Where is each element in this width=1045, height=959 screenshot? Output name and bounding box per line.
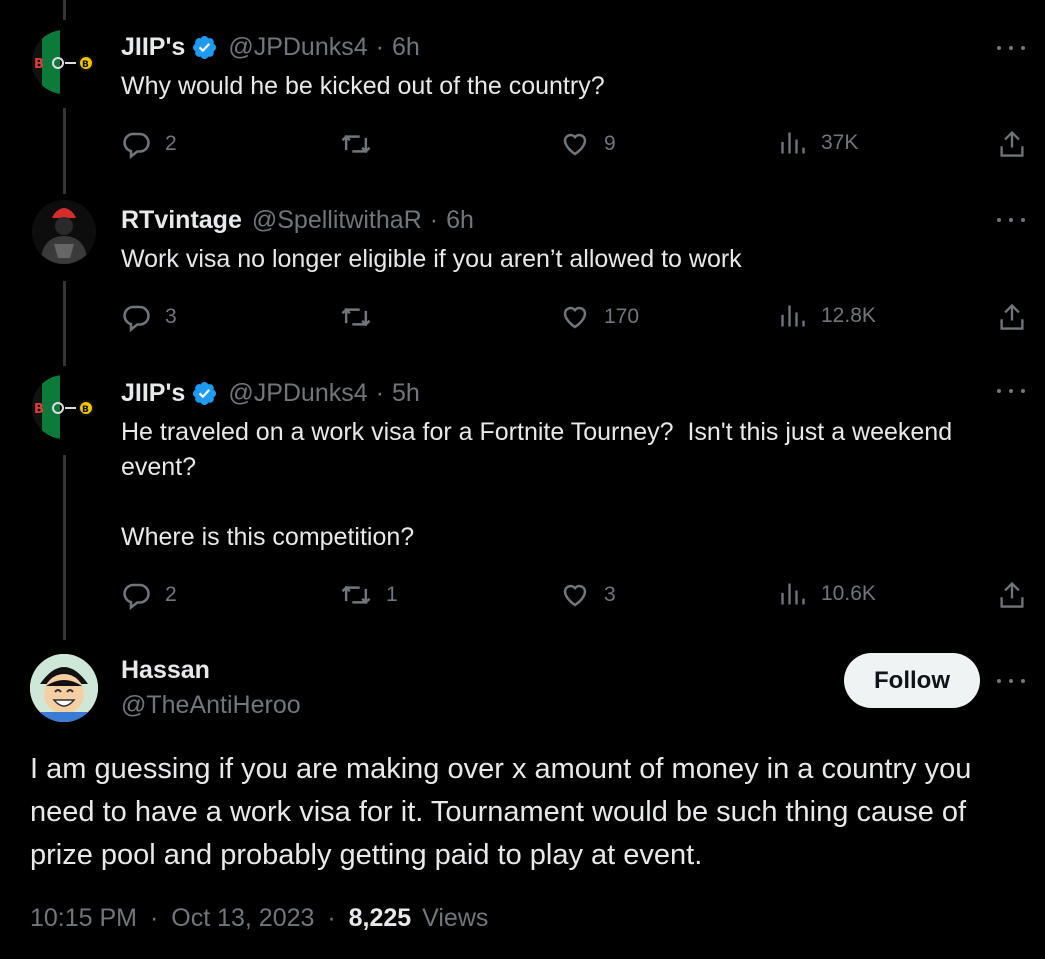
views-button[interactable]: 12.8K: [779, 302, 876, 330]
svg-text:B: B: [82, 405, 89, 415]
reply-icon: [123, 583, 150, 610]
views-button[interactable]: 10.6K: [779, 580, 876, 608]
like-button[interactable]: 3: [560, 580, 616, 610]
post-date[interactable]: Oct 13, 2023: [171, 904, 314, 932]
main-tweet: Hassan @TheAntiHeroo Follow I am guessin…: [0, 640, 1045, 959]
views-label: Views: [422, 904, 489, 932]
repost-button[interactable]: [340, 129, 386, 159]
share-icon: [1000, 581, 1024, 608]
tweet-text: Work visa no longer eligible if you aren…: [121, 245, 742, 273]
share-icon: [1000, 130, 1024, 157]
reply-tweet[interactable]: RTvintage @SpellitwithaR · 6h Work visa …: [0, 180, 1045, 355]
timestamp[interactable]: 6h: [446, 206, 474, 235]
reply-count: 2: [165, 583, 177, 606]
views-button[interactable]: 37K: [779, 129, 858, 157]
view-count: 37K: [821, 131, 859, 154]
share-button[interactable]: [998, 580, 1026, 610]
views-count: 8,225: [348, 904, 412, 932]
avatar[interactable]: B B: [32, 30, 96, 94]
user-name[interactable]: RTvintage: [121, 206, 242, 235]
like-count: 9: [604, 132, 616, 155]
user-name[interactable]: JIIP's: [121, 379, 185, 408]
repost-count: 1: [386, 583, 398, 606]
luffy-avatar-icon: [30, 654, 98, 722]
separator: ·: [375, 32, 384, 61]
reply-tweet[interactable]: B B JIIP's @JPDunks4 · 6h Why would he b…: [0, 0, 1045, 180]
avatar[interactable]: B B: [32, 375, 96, 439]
reply-button[interactable]: 3: [121, 302, 177, 332]
user-name[interactable]: JIIP's: [121, 33, 185, 62]
tweet-text: He traveled on a work visa for a Fortnit…: [121, 418, 953, 446]
more-options-icon[interactable]: [997, 381, 1025, 401]
user-handle[interactable]: @TheAntiHeroo: [121, 691, 301, 720]
heart-icon: [563, 133, 587, 156]
avatar[interactable]: [32, 200, 96, 264]
follow-button[interactable]: Follow: [844, 653, 980, 708]
like-count: 3: [604, 583, 616, 606]
celtics-bruins-avatar-icon: B B: [32, 30, 94, 94]
analytics-icon: [781, 305, 805, 327]
post-time[interactable]: 10:15 PM: [30, 904, 137, 932]
like-count: 170: [604, 305, 640, 328]
separator: ·: [375, 378, 384, 407]
tweet-text: event?: [121, 453, 197, 481]
timestamp[interactable]: 6h: [392, 33, 420, 62]
like-button[interactable]: 9: [560, 129, 616, 159]
tweet-meta: 10:15 PM · Oct 13, 2023 · 8,225 Views: [30, 904, 488, 933]
more-options-icon[interactable]: [997, 671, 1025, 691]
reply-icon: [123, 132, 150, 159]
user-handle[interactable]: @JPDunks4: [228, 33, 367, 62]
reply-count: 2: [165, 132, 177, 155]
tweet-text: Why would he be kicked out of the countr…: [121, 72, 605, 100]
share-button[interactable]: [998, 302, 1026, 332]
view-count: 10.6K: [821, 582, 876, 605]
separator: ·: [149, 904, 159, 932]
repost-button[interactable]: [340, 302, 386, 332]
timestamp[interactable]: 5h: [392, 379, 420, 408]
tweet-text: Where is this competition?: [121, 523, 415, 551]
analytics-icon: [781, 583, 805, 605]
share-button[interactable]: [998, 129, 1026, 159]
verified-badge-icon: [193, 381, 217, 405]
user-name[interactable]: Hassan: [121, 656, 210, 685]
like-button[interactable]: 170: [560, 302, 639, 332]
heart-icon: [563, 584, 587, 607]
reply-tweet[interactable]: B B JIIP's @JPDunks4 · 5h He traveled on…: [0, 355, 1045, 640]
repost-button[interactable]: 1: [340, 580, 398, 610]
reply-icon: [123, 305, 150, 332]
user-handle[interactable]: @SpellitwithaR: [252, 206, 422, 235]
repost-icon: [341, 134, 371, 154]
celtics-bruins-avatar-icon: B B: [32, 375, 94, 439]
tweet-text: I am guessing if you are making over x a…: [30, 753, 972, 871]
view-count: 12.8K: [821, 304, 876, 327]
separator: ·: [327, 904, 336, 932]
more-options-icon[interactable]: [997, 210, 1025, 230]
reply-count: 3: [165, 305, 177, 328]
svg-text:B: B: [34, 402, 44, 417]
verified-badge-icon: [193, 35, 217, 59]
analytics-icon: [781, 132, 805, 154]
svg-text:B: B: [82, 60, 89, 70]
rtvintage-avatar-icon: [32, 200, 96, 264]
repost-icon: [341, 307, 371, 327]
separator: ·: [429, 205, 439, 234]
svg-text:B: B: [34, 57, 44, 72]
user-handle[interactable]: @JPDunks4: [228, 379, 367, 408]
avatar[interactable]: [30, 654, 98, 722]
more-options-icon[interactable]: [997, 38, 1025, 58]
heart-icon: [563, 306, 587, 329]
reply-button[interactable]: 2: [121, 129, 177, 159]
share-icon: [1000, 303, 1024, 330]
repost-icon: [341, 585, 371, 605]
reply-button[interactable]: 2: [121, 580, 177, 610]
